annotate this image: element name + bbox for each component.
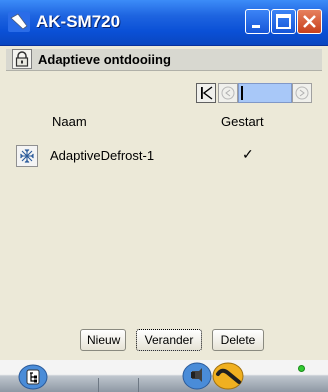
next-page-icon (295, 86, 309, 100)
window-title: AK-SM720 (36, 12, 121, 31)
prev-page-icon (221, 86, 235, 100)
toolbar-separator (98, 378, 99, 392)
page-title: Adaptieve ontdooiing (38, 52, 171, 67)
service-button[interactable] (212, 362, 244, 392)
minimize-icon (252, 25, 260, 28)
prev-page-button[interactable] (218, 83, 238, 103)
column-header-started: Gestart (221, 114, 264, 129)
page-slider[interactable] (238, 83, 292, 103)
first-page-button[interactable] (196, 83, 216, 103)
app-icon (8, 12, 30, 32)
alarm-button[interactable] (182, 362, 212, 392)
alarm-icon (182, 362, 212, 390)
network-button[interactable] (18, 364, 48, 392)
close-button[interactable] (297, 9, 322, 34)
next-page-button[interactable] (292, 83, 312, 103)
column-header-name: Naam (52, 114, 87, 129)
pager (196, 83, 312, 103)
toolbar-separator (138, 378, 139, 392)
maximize-icon (276, 14, 291, 29)
close-icon (303, 15, 316, 28)
row-name: AdaptiveDefrost-1 (50, 148, 155, 163)
row-started-check: ✓ (242, 146, 254, 162)
defrost-icon (16, 145, 38, 167)
status-led-icon (298, 365, 305, 372)
wrench-icon (212, 362, 244, 390)
bottom-toolbar (0, 360, 328, 392)
page-slider-cursor (241, 86, 243, 100)
section-header: Adaptieve ontdooiing (6, 49, 322, 71)
edit-button[interactable]: Verander (136, 329, 202, 351)
title-bar[interactable]: AK-SM720 (0, 0, 328, 46)
new-button[interactable]: Nieuw (80, 329, 126, 351)
minimize-button[interactable] (245, 9, 270, 34)
delete-button[interactable]: Delete (212, 329, 264, 351)
first-page-icon (201, 86, 213, 100)
app-window: AK-SM720 Adaptieve ontdooiing Naam Gesta… (0, 0, 328, 392)
lock-icon (15, 51, 29, 67)
network-tree-icon (18, 364, 48, 390)
table-row[interactable]: AdaptiveDefrost-1 ✓ (16, 144, 312, 170)
maximize-button[interactable] (271, 9, 296, 34)
lock-button[interactable] (12, 49, 32, 69)
